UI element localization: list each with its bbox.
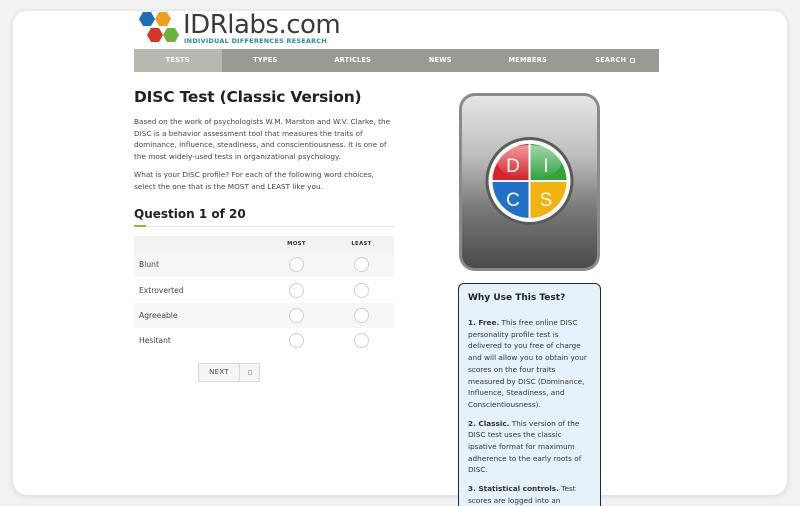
why-point-1-heading: 1. Free. <box>468 318 500 327</box>
logo-tagline: INDIVIDUAL DIFFERENCES RESEARCH <box>184 37 328 45</box>
question-table: MOST LEAST Blunt Extroverted Agreeable H… <box>134 236 394 354</box>
header-most: MOST <box>264 236 329 252</box>
radio-least-agreeable[interactable] <box>354 307 369 323</box>
nav-articles[interactable]: ARTICLES <box>309 49 397 72</box>
logo-hexagons-icon <box>139 12 179 42</box>
intro-paragraph-1: Based on the work of psychologists W.M. … <box>134 117 391 162</box>
table-row: Extroverted <box>134 277 394 302</box>
site-logo[interactable]: IDRlabs.com INDIVIDUAL DIFFERENCES RESEA… <box>134 10 341 47</box>
why-title: Why Use This Test? <box>468 293 566 303</box>
radio-least-extroverted[interactable] <box>354 282 369 298</box>
divider-accent <box>134 225 146 227</box>
nav-articles-label: ARTICLES <box>334 56 372 64</box>
intro-paragraph-2: What is your DISC profile? For each of t… <box>134 169 374 191</box>
nav-types-label: TYPES <box>253 56 278 64</box>
why-point-1-text: This free online DISC personality profil… <box>468 318 587 409</box>
nav-types[interactable]: TYPES <box>222 49 310 72</box>
disc-letter-s: S <box>540 190 553 211</box>
word-label: Blunt <box>134 252 264 278</box>
nav-members-label: MEMBERS <box>508 56 547 64</box>
radio-least-blunt[interactable] <box>354 257 369 273</box>
why-point-1: 1. Free. This free online DISC personali… <box>468 317 591 411</box>
logo-wordmark: IDRlabs.com <box>183 10 341 40</box>
page-card <box>13 11 787 495</box>
word-label: Extroverted <box>139 285 184 295</box>
table-row: Hesitant <box>134 328 394 353</box>
nav-tests[interactable]: TESTS <box>134 49 222 72</box>
nav-members[interactable]: MEMBERS <box>484 49 572 72</box>
page-title: DISC Test (Classic Version) <box>134 88 362 106</box>
nav-news-label: NEWS <box>428 56 452 64</box>
intro-text: Based on the work of psychologists W.M. … <box>134 116 396 198</box>
why-point-2: 2. Classic. This version of the DISC tes… <box>468 418 591 477</box>
table-row: Agreeable <box>134 302 394 329</box>
disc-letter-i: I <box>543 156 548 177</box>
header-least: LEAST <box>329 236 394 252</box>
main-nav: TESTS TYPES ARTICLES NEWS MEMBERS SEARCH <box>134 49 659 72</box>
nav-search[interactable]: SEARCH <box>572 49 660 72</box>
disc-letter-d: D <box>506 156 520 177</box>
next-button-label: NEXT <box>209 368 229 376</box>
header-word <box>134 236 264 252</box>
nav-news[interactable]: NEWS <box>397 49 485 72</box>
why-point-2-heading: 2. Classic. <box>468 418 510 428</box>
question-divider <box>134 225 394 227</box>
disc-app-icon: D I C S <box>459 93 600 271</box>
word-label: Hesitant <box>139 336 171 346</box>
nav-search-label: SEARCH <box>595 56 627 64</box>
radio-most-blunt[interactable] <box>289 257 304 273</box>
radio-most-extroverted[interactable] <box>289 282 304 298</box>
why-point-3-heading: 3. Statistical controls. <box>468 484 559 494</box>
why-point-3: 3. Statistical controls. Test scores are… <box>468 483 591 506</box>
next-arrow-icon <box>239 364 259 381</box>
disc-letter-c: C <box>506 190 520 211</box>
nav-tests-label: TESTS <box>165 56 190 64</box>
word-label: Agreeable <box>134 302 264 329</box>
why-use-panel: Why Use This Test? 1. Free. This free on… <box>458 283 601 506</box>
question-title: Question 1 of 20 <box>134 207 246 221</box>
table-row: Blunt <box>134 252 394 278</box>
next-button[interactable]: NEXT <box>198 363 260 382</box>
radio-most-hesitant[interactable] <box>289 333 304 349</box>
radio-most-agreeable[interactable] <box>289 307 304 323</box>
radio-least-hesitant[interactable] <box>354 333 369 349</box>
search-icon <box>630 57 636 63</box>
